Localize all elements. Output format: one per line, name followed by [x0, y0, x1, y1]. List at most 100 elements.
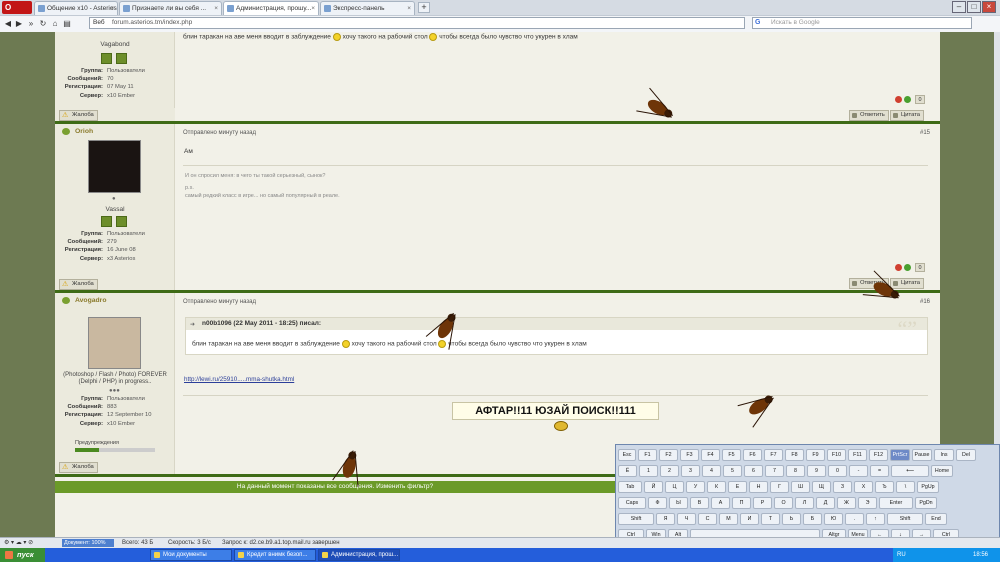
key-F5[interactable]: F5: [722, 449, 741, 461]
post-link[interactable]: http://lewi.ru/25910.....mma-shutka.html: [184, 376, 294, 383]
key-У[interactable]: У: [686, 481, 705, 493]
key-=[interactable]: =: [870, 465, 889, 477]
taskbar-item[interactable]: Кредит внимк безоп...: [234, 549, 316, 561]
key-С[interactable]: С: [698, 513, 717, 525]
key-Ю[interactable]: Ю: [824, 513, 843, 525]
key-Pause[interactable]: Pause: [912, 449, 932, 461]
report-button[interactable]: Жалоба: [59, 462, 98, 473]
tab-administraciya[interactable]: Администрация, прошу... ×: [223, 1, 319, 15]
key-Й[interactable]: Й: [644, 481, 663, 493]
key-Shift[interactable]: Shift: [618, 513, 654, 525]
key--[interactable]: -: [849, 465, 868, 477]
reply-button[interactable]: Ответить: [849, 110, 889, 121]
minimize-button[interactable]: –: [952, 1, 966, 13]
profile-icon[interactable]: [116, 216, 127, 227]
key-Е[interactable]: Е: [728, 481, 747, 493]
tab-obshchenie[interactable]: Общение x10 - Asterios ×: [34, 1, 118, 15]
post-number[interactable]: #15: [920, 130, 930, 136]
key-З[interactable]: З: [833, 481, 852, 493]
key-8[interactable]: 8: [786, 465, 805, 477]
key-7[interactable]: 7: [765, 465, 784, 477]
key-Del[interactable]: Del: [956, 449, 976, 461]
fast-forward-icon[interactable]: »: [26, 18, 36, 29]
avatar[interactable]: [88, 317, 141, 369]
key-F1[interactable]: F1: [638, 449, 657, 461]
key-Б[interactable]: Б: [803, 513, 822, 525]
vote-up-icon[interactable]: [904, 96, 911, 103]
key-Enter[interactable]: Enter: [879, 497, 913, 509]
opera-menu-button[interactable]: O: [2, 1, 32, 14]
key-End[interactable]: End: [925, 513, 947, 525]
pm-icon[interactable]: [101, 216, 112, 227]
key-К[interactable]: К: [707, 481, 726, 493]
close-tab-icon[interactable]: ×: [311, 2, 315, 15]
key-Ъ[interactable]: Ъ: [875, 481, 894, 493]
key-Л[interactable]: Л: [795, 497, 814, 509]
close-window-button[interactable]: ×: [982, 1, 996, 13]
key-PgDn[interactable]: PgDn: [915, 497, 937, 509]
quote-button[interactable]: Цитата: [890, 110, 925, 121]
key-Ш[interactable]: Ш: [791, 481, 810, 493]
key-Ч[interactable]: Ч: [677, 513, 696, 525]
address-bar[interactable]: Веб forum.asterios.tm/index.php: [89, 17, 745, 29]
key-Esc[interactable]: Esc: [618, 449, 636, 461]
key-Н[interactable]: Н: [749, 481, 768, 493]
key-F12[interactable]: F12: [869, 449, 888, 461]
language-indicator[interactable]: RU: [897, 548, 906, 562]
key-Ё[interactable]: Ё: [618, 465, 637, 477]
key-\[interactable]: \: [896, 481, 915, 493]
key-Ь[interactable]: Ь: [782, 513, 801, 525]
username[interactable]: Avogadro: [61, 297, 106, 304]
username[interactable]: Orioh: [61, 128, 93, 135]
key-0[interactable]: 0: [828, 465, 847, 477]
status-icons[interactable]: ⚙ ▾ ☁ ▾ ⊘: [4, 538, 33, 548]
key-PrtScr[interactable]: PrtScr: [890, 449, 910, 461]
key-Щ[interactable]: Щ: [812, 481, 831, 493]
new-tab-button[interactable]: +: [418, 2, 430, 13]
key-2[interactable]: 2: [660, 465, 679, 477]
key-F6[interactable]: F6: [743, 449, 762, 461]
filter-bar[interactable]: На данный момент показаны все сообщения.…: [55, 481, 615, 493]
search-input[interactable]: G Искать в Google: [752, 17, 972, 29]
key-Shift[interactable]: Shift: [887, 513, 923, 525]
key-О[interactable]: О: [774, 497, 793, 509]
key-F3[interactable]: F3: [680, 449, 699, 461]
taskbar-item[interactable]: Администрация, прош...: [318, 549, 400, 561]
key-М[interactable]: М: [719, 513, 738, 525]
back-icon[interactable]: ◀: [3, 18, 13, 29]
key-F7[interactable]: F7: [764, 449, 783, 461]
vote-down-icon[interactable]: [895, 264, 902, 271]
key-А[interactable]: А: [711, 497, 730, 509]
tab-express-panel[interactable]: Экспресс-панель ×: [320, 1, 415, 15]
report-button[interactable]: Жалоба: [59, 279, 98, 290]
key-Ы[interactable]: Ы: [669, 497, 688, 509]
key-.[interactable]: .: [845, 513, 864, 525]
maximize-button[interactable]: □: [967, 1, 981, 13]
key-↑[interactable]: ↑: [866, 513, 885, 525]
reload-icon[interactable]: ↻: [38, 18, 48, 29]
home-icon[interactable]: ⌂: [50, 18, 60, 29]
post-number[interactable]: #16: [920, 299, 930, 305]
key-F11[interactable]: F11: [848, 449, 867, 461]
key-И[interactable]: И: [740, 513, 759, 525]
close-tab-icon[interactable]: ×: [214, 2, 218, 15]
sidebar-icon[interactable]: ▤: [62, 18, 72, 29]
key-6[interactable]: 6: [744, 465, 763, 477]
key-П[interactable]: П: [732, 497, 751, 509]
key-F2[interactable]: F2: [659, 449, 678, 461]
key-Э[interactable]: Э: [858, 497, 877, 509]
pm-icon[interactable]: [101, 53, 112, 64]
key-9[interactable]: 9: [807, 465, 826, 477]
key-F8[interactable]: F8: [785, 449, 804, 461]
key-Tab[interactable]: Tab: [618, 481, 642, 493]
key-Ф[interactable]: Ф: [648, 497, 667, 509]
key-F10[interactable]: F10: [827, 449, 846, 461]
key-F4[interactable]: F4: [701, 449, 720, 461]
forward-icon[interactable]: ▶: [14, 18, 24, 29]
key-Х[interactable]: Х: [854, 481, 873, 493]
report-button[interactable]: Жалоба: [59, 110, 98, 121]
key-3[interactable]: 3: [681, 465, 700, 477]
vote-down-icon[interactable]: [895, 96, 902, 103]
key-⟵[interactable]: ⟵: [891, 465, 929, 477]
key-PgUp[interactable]: PgUp: [917, 481, 939, 493]
